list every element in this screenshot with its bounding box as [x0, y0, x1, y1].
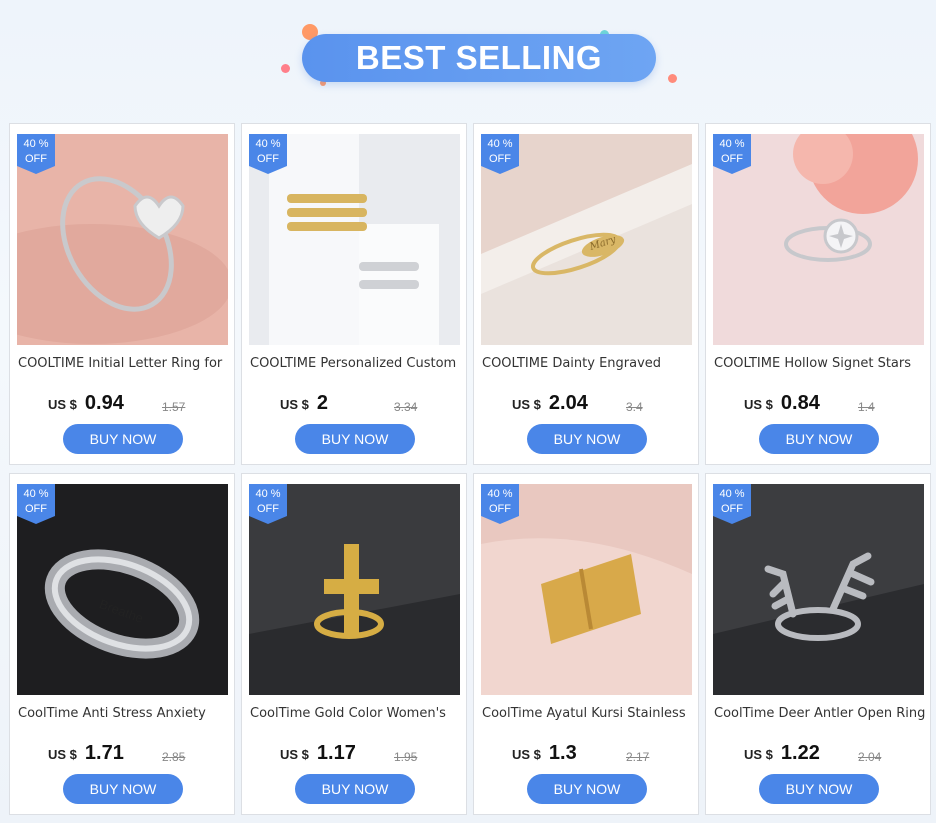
discount-off-label: OFF — [489, 503, 511, 515]
original-price: 2.04 — [858, 750, 882, 764]
product-card[interactable]: Mary 40 % OFF COOLTIME Dainty Engraved U… — [473, 123, 699, 465]
sale-price: 2 — [316, 392, 329, 414]
buy-now-button[interactable]: BUY NOW — [759, 774, 879, 804]
product-image[interactable]: 40 % OFF — [713, 134, 924, 345]
currency-label: US $ — [744, 747, 773, 762]
decor-dot — [281, 64, 290, 73]
discount-percent: 40 % — [487, 138, 513, 150]
price-row: US $ 0.84 — [744, 392, 820, 416]
discount-badge: 40 % OFF — [481, 484, 519, 524]
product-name[interactable]: CoolTime Gold Color Women's — [250, 706, 462, 721]
original-price: 3.4 — [626, 400, 643, 414]
discount-percent: 40 % — [23, 138, 49, 150]
sale-price: 0.94 — [84, 392, 124, 414]
discount-off-label: OFF — [25, 153, 47, 165]
product-image[interactable]: Mary 40 % OFF — [481, 134, 692, 345]
sale-price: 1.3 — [548, 742, 577, 764]
buy-now-button[interactable]: BUY NOW — [295, 424, 415, 454]
currency-label: US $ — [744, 397, 773, 412]
currency-label: US $ — [280, 397, 309, 412]
page-title: BEST SELLING — [355, 39, 603, 76]
discount-percent: 40 % — [255, 488, 281, 500]
original-price: 3.34 — [394, 400, 418, 414]
discount-badge: 40 % OFF — [17, 134, 55, 174]
buy-now-button[interactable]: BUY NOW — [527, 424, 647, 454]
discount-badge: 40 % OFF — [481, 134, 519, 174]
product-card[interactable]: 40 % OFF CoolTime Deer Antler Open Ring … — [705, 473, 931, 815]
product-grid: 40 % OFF COOLTIME Initial Letter Ring fo… — [9, 123, 931, 815]
price-row: US $ 2.04 — [512, 392, 588, 416]
currency-label: US $ — [280, 747, 309, 762]
banner: BEST SELLING — [0, 0, 936, 118]
product-name[interactable]: COOLTIME Hollow Signet Stars — [714, 356, 926, 371]
product-card[interactable]: Breathe 40 % OFF CoolTime Anti Stress An… — [9, 473, 235, 815]
price-row: US $ 2 — [280, 392, 328, 416]
product-name[interactable]: CoolTime Deer Antler Open Ring — [714, 706, 926, 721]
discount-off-label: OFF — [257, 153, 279, 165]
discount-badge: 40 % OFF — [17, 484, 55, 524]
product-image[interactable]: 40 % OFF — [713, 484, 924, 695]
product-image[interactable]: 40 % OFF — [249, 134, 460, 345]
price-row: US $ 1.22 — [744, 742, 820, 766]
sale-price: 0.84 — [780, 392, 820, 414]
discount-percent: 40 % — [23, 488, 49, 500]
product-card[interactable]: 40 % OFF CoolTime Gold Color Women's US … — [241, 473, 467, 815]
currency-label: US $ — [48, 747, 77, 762]
buy-now-button[interactable]: BUY NOW — [63, 774, 183, 804]
buy-now-button[interactable]: BUY NOW — [63, 424, 183, 454]
discount-percent: 40 % — [255, 138, 281, 150]
product-name[interactable]: COOLTIME Personalized Custom — [250, 356, 462, 371]
discount-percent: 40 % — [487, 488, 513, 500]
buy-now-button[interactable]: BUY NOW — [759, 424, 879, 454]
product-image[interactable]: 40 % OFF — [481, 484, 692, 695]
discount-percent: 40 % — [719, 488, 745, 500]
product-card[interactable]: 40 % OFF COOLTIME Personalized Custom US… — [241, 123, 467, 465]
discount-off-label: OFF — [489, 153, 511, 165]
sale-price: 2.04 — [548, 392, 588, 414]
product-card[interactable]: 40 % OFF COOLTIME Hollow Signet Stars US… — [705, 123, 931, 465]
buy-now-button[interactable]: BUY NOW — [527, 774, 647, 804]
product-image[interactable]: 40 % OFF — [249, 484, 460, 695]
sale-price: 1.71 — [84, 742, 124, 764]
discount-off-label: OFF — [257, 503, 279, 515]
price-row: US $ 1.3 — [512, 742, 577, 766]
original-price: 1.57 — [162, 400, 186, 414]
banner-pill: BEST SELLING — [302, 34, 656, 82]
currency-label: US $ — [512, 397, 541, 412]
price-row: US $ 0.94 — [48, 392, 124, 416]
discount-off-label: OFF — [721, 503, 743, 515]
discount-off-label: OFF — [25, 503, 47, 515]
buy-now-button[interactable]: BUY NOW — [295, 774, 415, 804]
discount-off-label: OFF — [721, 153, 743, 165]
original-price: 1.95 — [394, 750, 418, 764]
original-price: 2.85 — [162, 750, 186, 764]
product-name[interactable]: CoolTime Anti Stress Anxiety — [18, 706, 230, 721]
price-row: US $ 1.71 — [48, 742, 124, 766]
price-row: US $ 1.17 — [280, 742, 356, 766]
product-image[interactable]: 40 % OFF — [17, 134, 228, 345]
product-card[interactable]: 40 % OFF COOLTIME Initial Letter Ring fo… — [9, 123, 235, 465]
discount-badge: 40 % OFF — [249, 134, 287, 174]
original-price: 1.4 — [858, 400, 875, 414]
product-name[interactable]: COOLTIME Dainty Engraved — [482, 356, 694, 371]
sale-price: 1.17 — [316, 742, 356, 764]
product-image[interactable]: Breathe 40 % OFF — [17, 484, 228, 695]
decor-dot — [668, 74, 677, 83]
currency-label: US $ — [48, 397, 77, 412]
original-price: 2.17 — [626, 750, 650, 764]
product-card[interactable]: 40 % OFF CoolTime Ayatul Kursi Stainless… — [473, 473, 699, 815]
sale-price: 1.22 — [780, 742, 820, 764]
discount-percent: 40 % — [719, 138, 745, 150]
product-name[interactable]: CoolTime Ayatul Kursi Stainless — [482, 706, 694, 721]
discount-badge: 40 % OFF — [713, 134, 751, 174]
discount-badge: 40 % OFF — [249, 484, 287, 524]
discount-badge: 40 % OFF — [713, 484, 751, 524]
currency-label: US $ — [512, 747, 541, 762]
product-name[interactable]: COOLTIME Initial Letter Ring for — [18, 356, 230, 371]
